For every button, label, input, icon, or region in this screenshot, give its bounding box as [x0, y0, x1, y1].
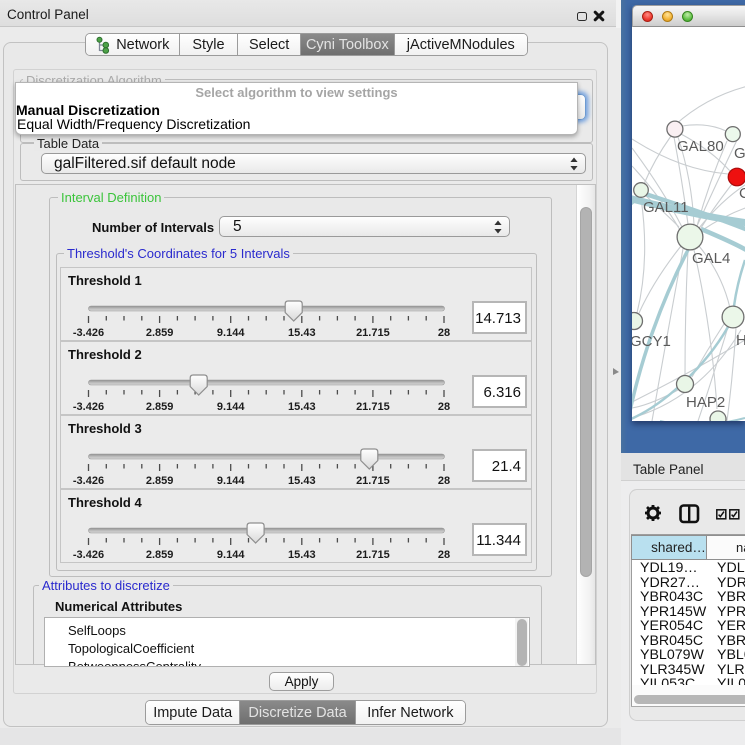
svg-text:21.715: 21.715: [356, 401, 390, 413]
svg-text:2.859: 2.859: [146, 327, 174, 339]
svg-text:GAL4: GAL4: [692, 250, 730, 267]
svg-text:G..: G..: [734, 145, 745, 162]
svg-text:28: 28: [438, 401, 450, 413]
svg-text:2.859: 2.859: [146, 401, 174, 413]
svg-text:9.144: 9.144: [217, 549, 245, 561]
svg-text:28: 28: [438, 549, 450, 561]
svg-text:21.715: 21.715: [356, 475, 390, 487]
svg-text:15.43: 15.43: [288, 475, 316, 487]
svg-text:15.43: 15.43: [288, 549, 316, 561]
svg-text:HAP2: HAP2: [686, 394, 725, 411]
svg-text:9.144: 9.144: [217, 401, 245, 413]
svg-text:GCY1: GCY1: [632, 333, 671, 350]
svg-text:-3.426: -3.426: [73, 401, 104, 413]
svg-text:9.144: 9.144: [217, 475, 245, 487]
svg-text:H: H: [736, 332, 745, 349]
svg-text:-3.426: -3.426: [73, 327, 104, 339]
svg-text:9.144: 9.144: [217, 327, 245, 339]
svg-text:2.859: 2.859: [146, 475, 174, 487]
svg-text:C: C: [739, 185, 745, 202]
svg-text:-3.426: -3.426: [73, 475, 104, 487]
svg-text:28: 28: [438, 475, 450, 487]
svg-text:21.715: 21.715: [356, 327, 390, 339]
svg-text:28: 28: [438, 327, 450, 339]
svg-text:GAL80: GAL80: [677, 138, 724, 155]
svg-text:21.715: 21.715: [356, 549, 390, 561]
svg-text:GAL11: GAL11: [643, 199, 689, 216]
svg-text:15.43: 15.43: [288, 327, 316, 339]
svg-text:-3.426: -3.426: [73, 549, 104, 561]
svg-text:2.859: 2.859: [146, 549, 174, 561]
svg-text:15.43: 15.43: [288, 401, 316, 413]
